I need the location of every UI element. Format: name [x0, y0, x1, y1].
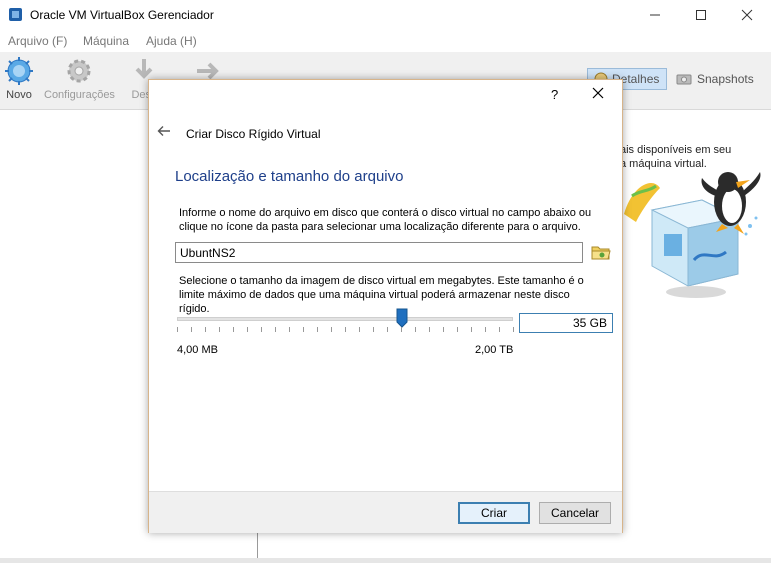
slider-tick	[471, 327, 472, 332]
snapshots-toggle[interactable]: Snapshots	[670, 68, 766, 90]
minimize-button[interactable]	[632, 0, 678, 30]
new-vm-button[interactable]: Novo	[4, 56, 34, 101]
new-vm-icon	[5, 57, 33, 85]
slider-min-label: 4,00 MB	[177, 344, 218, 356]
dialog-footer: Criar Cancelar	[149, 491, 622, 533]
create-button[interactable]: Criar	[458, 502, 530, 524]
slider-tick	[219, 327, 220, 332]
welcome-text-line-1: ais disponíveis em seu	[620, 144, 732, 156]
close-icon	[741, 9, 753, 21]
slider-tick	[457, 327, 458, 332]
slider-tick	[359, 327, 360, 332]
help-button[interactable]: ?	[551, 87, 558, 102]
slider-tick	[499, 327, 500, 332]
maximize-button[interactable]	[678, 0, 724, 30]
slider-tick	[261, 327, 262, 332]
snapshots-label: Snapshots	[697, 72, 754, 86]
wizard-title: Criar Disco Rígido Virtual	[186, 127, 321, 141]
slider-tick	[289, 327, 290, 332]
slider-tick	[401, 327, 402, 332]
main-titlebar: Oracle VM VirtualBox Gerenciador	[0, 0, 771, 30]
settings-label: Configurações	[44, 89, 115, 101]
create-virtual-disk-dialog: ? Criar Disco Rígido Virtual Localização…	[148, 79, 623, 533]
back-arrow-icon[interactable]	[157, 125, 171, 137]
slider-tick	[345, 327, 346, 332]
slider-tick	[331, 327, 332, 332]
cancel-button[interactable]: Cancelar	[539, 502, 611, 524]
window-title: Oracle VM VirtualBox Gerenciador	[30, 8, 214, 22]
slider-tick	[429, 327, 430, 332]
slider-tick	[247, 327, 248, 332]
slider-tick	[373, 327, 374, 332]
new-vm-label: Novo	[6, 89, 32, 101]
menu-maquina[interactable]: Máquina	[83, 34, 129, 48]
slider-tick	[317, 327, 318, 332]
virtualbox-mascot-illustration	[624, 172, 761, 298]
page-heading: Localização e tamanho do arquivo	[175, 168, 404, 185]
menu-bar: Arquivo (F) Máquina Ajuda (H)	[0, 30, 771, 52]
close-window-button[interactable]	[724, 0, 770, 30]
maximize-icon	[696, 10, 706, 20]
slider-tick	[485, 327, 486, 332]
slider-tick	[275, 327, 276, 332]
dialog-titlebar: ?	[149, 80, 622, 110]
virtualbox-app-icon	[9, 8, 22, 21]
slider-tick	[303, 327, 304, 332]
slider-tick	[415, 327, 416, 332]
file-name-input[interactable]	[175, 242, 583, 263]
file-location-description: Informe o nome do arquivo em disco que c…	[179, 207, 592, 233]
status-strip	[0, 558, 771, 563]
camera-icon	[676, 74, 692, 85]
disk-size-slider[interactable]	[175, 308, 515, 338]
slider-track[interactable]	[177, 317, 513, 321]
slider-tick	[205, 327, 206, 332]
gear-icon	[67, 59, 91, 83]
slider-tick	[233, 327, 234, 332]
settings-button[interactable]: Configurações	[44, 56, 115, 101]
minimize-icon	[650, 14, 660, 16]
slider-tick	[177, 327, 178, 332]
folder-icon[interactable]	[591, 243, 611, 261]
disk-size-input[interactable]	[519, 313, 613, 333]
dialog-close-icon[interactable]	[590, 85, 606, 101]
slider-tick	[443, 327, 444, 332]
slider-tick	[387, 327, 388, 332]
slider-max-label: 2,00 TB	[475, 344, 514, 356]
menu-ajuda[interactable]: Ajuda (H)	[146, 34, 197, 48]
slider-thumb[interactable]	[396, 308, 408, 328]
menu-arquivo[interactable]: Arquivo (F)	[8, 34, 67, 48]
slider-tick	[513, 327, 514, 332]
slider-tick	[191, 327, 192, 332]
